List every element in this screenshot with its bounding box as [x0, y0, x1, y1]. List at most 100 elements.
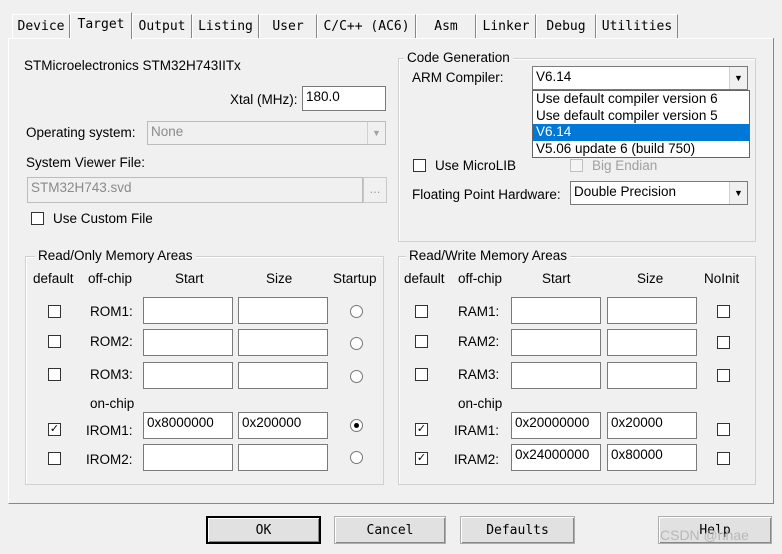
- rom2-startup-radio[interactable]: [350, 337, 363, 350]
- iram2-size-input[interactable]: 0x80000: [607, 444, 697, 471]
- compiler-option[interactable]: Use default compiler version 5: [533, 108, 749, 125]
- irom1-label: IROM1:: [86, 423, 133, 438]
- irom2-start-input[interactable]: [143, 444, 233, 471]
- ram3-start-input[interactable]: [511, 362, 601, 389]
- fpu-dropdown-arrow-icon[interactable]: ▼: [729, 182, 747, 204]
- irom2-startup-radio[interactable]: [350, 451, 363, 464]
- irom1-default-checkbox[interactable]: ✓: [48, 423, 61, 436]
- tab-linker[interactable]: Linker: [476, 14, 536, 38]
- defaults-button[interactable]: Defaults: [460, 516, 575, 544]
- ram1-label: RAM1:: [458, 304, 500, 319]
- ram3-size-input[interactable]: [607, 362, 697, 389]
- fpu-value: Double Precision: [574, 184, 677, 199]
- rom1-start-input[interactable]: [143, 297, 233, 324]
- rom-onchip-label: on-chip: [90, 396, 135, 411]
- ram3-label: RAM3:: [458, 367, 500, 382]
- svf-input[interactable]: STM32H743.svd: [27, 177, 363, 203]
- ram1-size-input[interactable]: [607, 297, 697, 324]
- microlib-checkbox[interactable]: [413, 159, 426, 172]
- compiler-option-selected[interactable]: V6.14: [533, 124, 749, 141]
- arm-compiler-label: ARM Compiler:: [412, 70, 504, 85]
- custom-file-checkbox[interactable]: [31, 212, 44, 225]
- tab-asm[interactable]: Asm: [416, 14, 476, 38]
- iram1-noinit-checkbox[interactable]: [717, 423, 730, 436]
- compiler-option[interactable]: Use default compiler version 6: [533, 91, 749, 108]
- os-select[interactable]: None: [147, 121, 386, 145]
- xtal-input[interactable]: 180.0: [302, 86, 386, 111]
- rom3-startup-radio[interactable]: [350, 370, 363, 383]
- ram2-size-input[interactable]: [607, 329, 697, 356]
- rom2-start-input[interactable]: [143, 329, 233, 356]
- arm-compiler-value: V6.14: [536, 69, 572, 84]
- rom1-size-input[interactable]: [238, 297, 328, 324]
- irom2-default-checkbox[interactable]: [48, 452, 61, 465]
- iram1-default-checkbox[interactable]: ✓: [415, 423, 428, 436]
- ram-onchip-label: on-chip: [458, 396, 503, 411]
- big-endian-checkbox[interactable]: [570, 159, 583, 172]
- arm-compiler-options-list: Use default compiler version 6 Use defau…: [532, 90, 750, 158]
- ram-header-size: Size: [637, 271, 664, 286]
- iram2-default-checkbox[interactable]: ✓: [415, 452, 428, 465]
- tab-cc-ac6[interactable]: C/C++ (AC6): [317, 14, 416, 38]
- svf-browse-button[interactable]: ...: [363, 177, 387, 203]
- tab-device[interactable]: Device: [12, 14, 70, 38]
- iram2-start-input[interactable]: 0x24000000: [511, 444, 601, 471]
- arm-compiler-dropdown-arrow-icon[interactable]: ▼: [729, 67, 747, 89]
- iram1-start-input[interactable]: 0x20000000: [511, 412, 601, 439]
- ram1-noinit-checkbox[interactable]: [717, 305, 730, 318]
- iram2-noinit-checkbox[interactable]: [717, 452, 730, 465]
- custom-file-label: Use Custom File: [53, 211, 153, 226]
- rom3-label: ROM3:: [90, 367, 133, 382]
- iram1-size-input[interactable]: 0x20000: [607, 412, 697, 439]
- os-label: Operating system:: [26, 125, 136, 140]
- rom-group-title: Read/Only Memory Areas: [35, 248, 196, 263]
- tab-debug[interactable]: Debug: [536, 14, 596, 38]
- microlib-label: Use MicroLIB: [435, 158, 517, 173]
- rom3-default-checkbox[interactable]: [48, 368, 61, 381]
- iram1-label: IRAM1:: [454, 423, 500, 438]
- rom2-size-input[interactable]: [238, 329, 328, 356]
- os-dropdown-arrow-icon[interactable]: ▼: [367, 122, 385, 144]
- ram1-start-input[interactable]: [511, 297, 601, 324]
- ram-header-noinit: NoInit: [704, 271, 740, 286]
- tab-listing[interactable]: Listing: [192, 14, 259, 38]
- ram1-default-checkbox[interactable]: [415, 305, 428, 318]
- ram2-noinit-checkbox[interactable]: [717, 336, 730, 349]
- cancel-button[interactable]: Cancel: [334, 516, 446, 544]
- rom-header-startup: Startup: [333, 271, 377, 286]
- os-value: None: [151, 124, 184, 139]
- tab-target[interactable]: Target: [70, 12, 132, 39]
- svf-label: System Viewer File:: [26, 155, 146, 170]
- big-endian-label: Big Endian: [592, 158, 658, 173]
- rom1-default-checkbox[interactable]: [48, 305, 61, 318]
- rom-header-size: Size: [266, 271, 293, 286]
- rom3-start-input[interactable]: [143, 362, 233, 389]
- irom2-size-input[interactable]: [238, 444, 328, 471]
- ram-header-offchip: off-chip: [458, 271, 503, 286]
- irom1-size-input[interactable]: 0x200000: [238, 412, 328, 439]
- ram2-start-input[interactable]: [511, 329, 601, 356]
- ok-button[interactable]: OK: [206, 516, 321, 544]
- rom-header-default: default: [33, 271, 74, 286]
- radio-dot-icon: [354, 423, 359, 428]
- fpu-label: Floating Point Hardware:: [412, 187, 561, 202]
- code-generation-title: Code Generation: [404, 50, 513, 65]
- rom-header-start: Start: [175, 271, 204, 286]
- tab-utilities[interactable]: Utilities: [596, 14, 678, 38]
- xtal-label: Xtal (MHz):: [230, 92, 298, 107]
- rom3-size-input[interactable]: [238, 362, 328, 389]
- tab-output[interactable]: Output: [132, 14, 192, 38]
- arm-compiler-select[interactable]: V6.14: [532, 66, 748, 90]
- fpu-select[interactable]: Double Precision: [570, 181, 748, 205]
- irom1-start-input[interactable]: 0x8000000: [143, 412, 233, 439]
- irom1-startup-radio[interactable]: [350, 419, 363, 432]
- rom2-label: ROM2:: [90, 334, 133, 349]
- ram2-default-checkbox[interactable]: [415, 335, 428, 348]
- ram3-noinit-checkbox[interactable]: [717, 369, 730, 382]
- rom1-startup-radio[interactable]: [350, 305, 363, 318]
- ram3-default-checkbox[interactable]: [415, 368, 428, 381]
- tab-user[interactable]: User: [259, 14, 317, 38]
- rom2-default-checkbox[interactable]: [48, 335, 61, 348]
- rom1-label: ROM1:: [90, 304, 133, 319]
- compiler-option[interactable]: V5.06 update 6 (build 750): [533, 141, 749, 158]
